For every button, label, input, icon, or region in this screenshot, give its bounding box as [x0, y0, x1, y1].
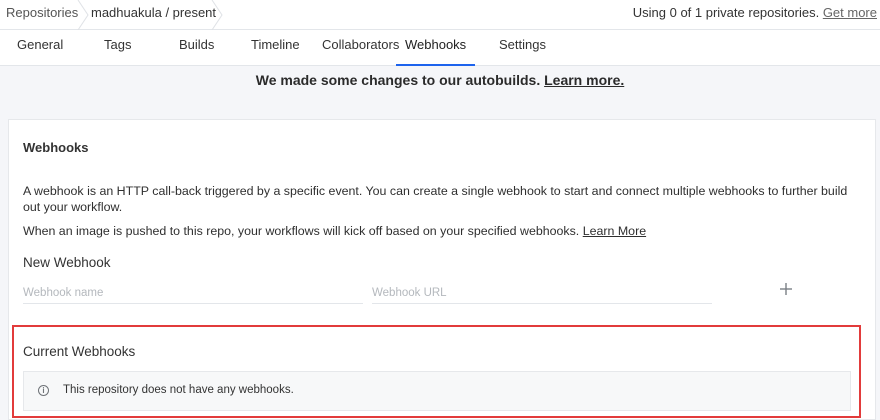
- webhooks-description: A webhook is an HTTP call-back triggered…: [23, 184, 848, 214]
- breadcrumb-separator: [211, 0, 223, 30]
- private-repo-usage: Using 0 of 1 private repositories. Get m…: [633, 0, 877, 26]
- webhooks-trigger-description: When an image is pushed to this repo, yo…: [23, 223, 863, 239]
- current-webhooks-title: Current Webhooks: [23, 344, 136, 359]
- get-more-link[interactable]: Get more: [823, 5, 877, 20]
- breadcrumb-separator: [77, 0, 89, 30]
- autobuild-banner: We made some changes to our autobuilds. …: [0, 66, 880, 96]
- banner-learn-more-link[interactable]: Learn more.: [544, 72, 624, 88]
- no-webhooks-message: This repository does not have any webhoo…: [63, 384, 294, 396]
- usage-text: Using 0 of 1 private repositories.: [632, 5, 820, 20]
- breadcrumb-repo[interactable]: madhuakula / present: [91, 0, 216, 30]
- new-webhook-title: New Webhook: [23, 255, 111, 270]
- tab-builds[interactable]: Builds: [179, 30, 214, 66]
- webhook-name-input[interactable]: [23, 282, 363, 304]
- tab-tags[interactable]: Tags: [104, 30, 131, 66]
- breadcrumb-repositories[interactable]: Repositories: [6, 0, 78, 30]
- top-bar: Repositories madhuakula / present Using …: [0, 0, 880, 30]
- tab-collaborators[interactable]: Collaborators: [322, 30, 399, 66]
- tab-webhooks[interactable]: Webhooks: [396, 30, 476, 66]
- webhooks-title: Webhooks: [23, 140, 89, 155]
- webhook-url-input[interactable]: [372, 282, 712, 304]
- info-icon: i: [38, 385, 49, 396]
- add-webhook-button[interactable]: [777, 280, 795, 298]
- banner-text: We made some changes to our autobuilds.: [255, 72, 541, 88]
- tab-general[interactable]: General: [17, 30, 63, 66]
- tab-settings[interactable]: Settings: [499, 30, 546, 66]
- repo-tabs: General Tags Builds Timeline Collaborato…: [0, 30, 880, 66]
- trigger-text: When an image is pushed to this repo, yo…: [23, 224, 580, 238]
- plus-icon: [780, 283, 792, 295]
- tab-timeline[interactable]: Timeline: [251, 30, 300, 66]
- webhooks-learn-more-link[interactable]: Learn More: [583, 224, 646, 238]
